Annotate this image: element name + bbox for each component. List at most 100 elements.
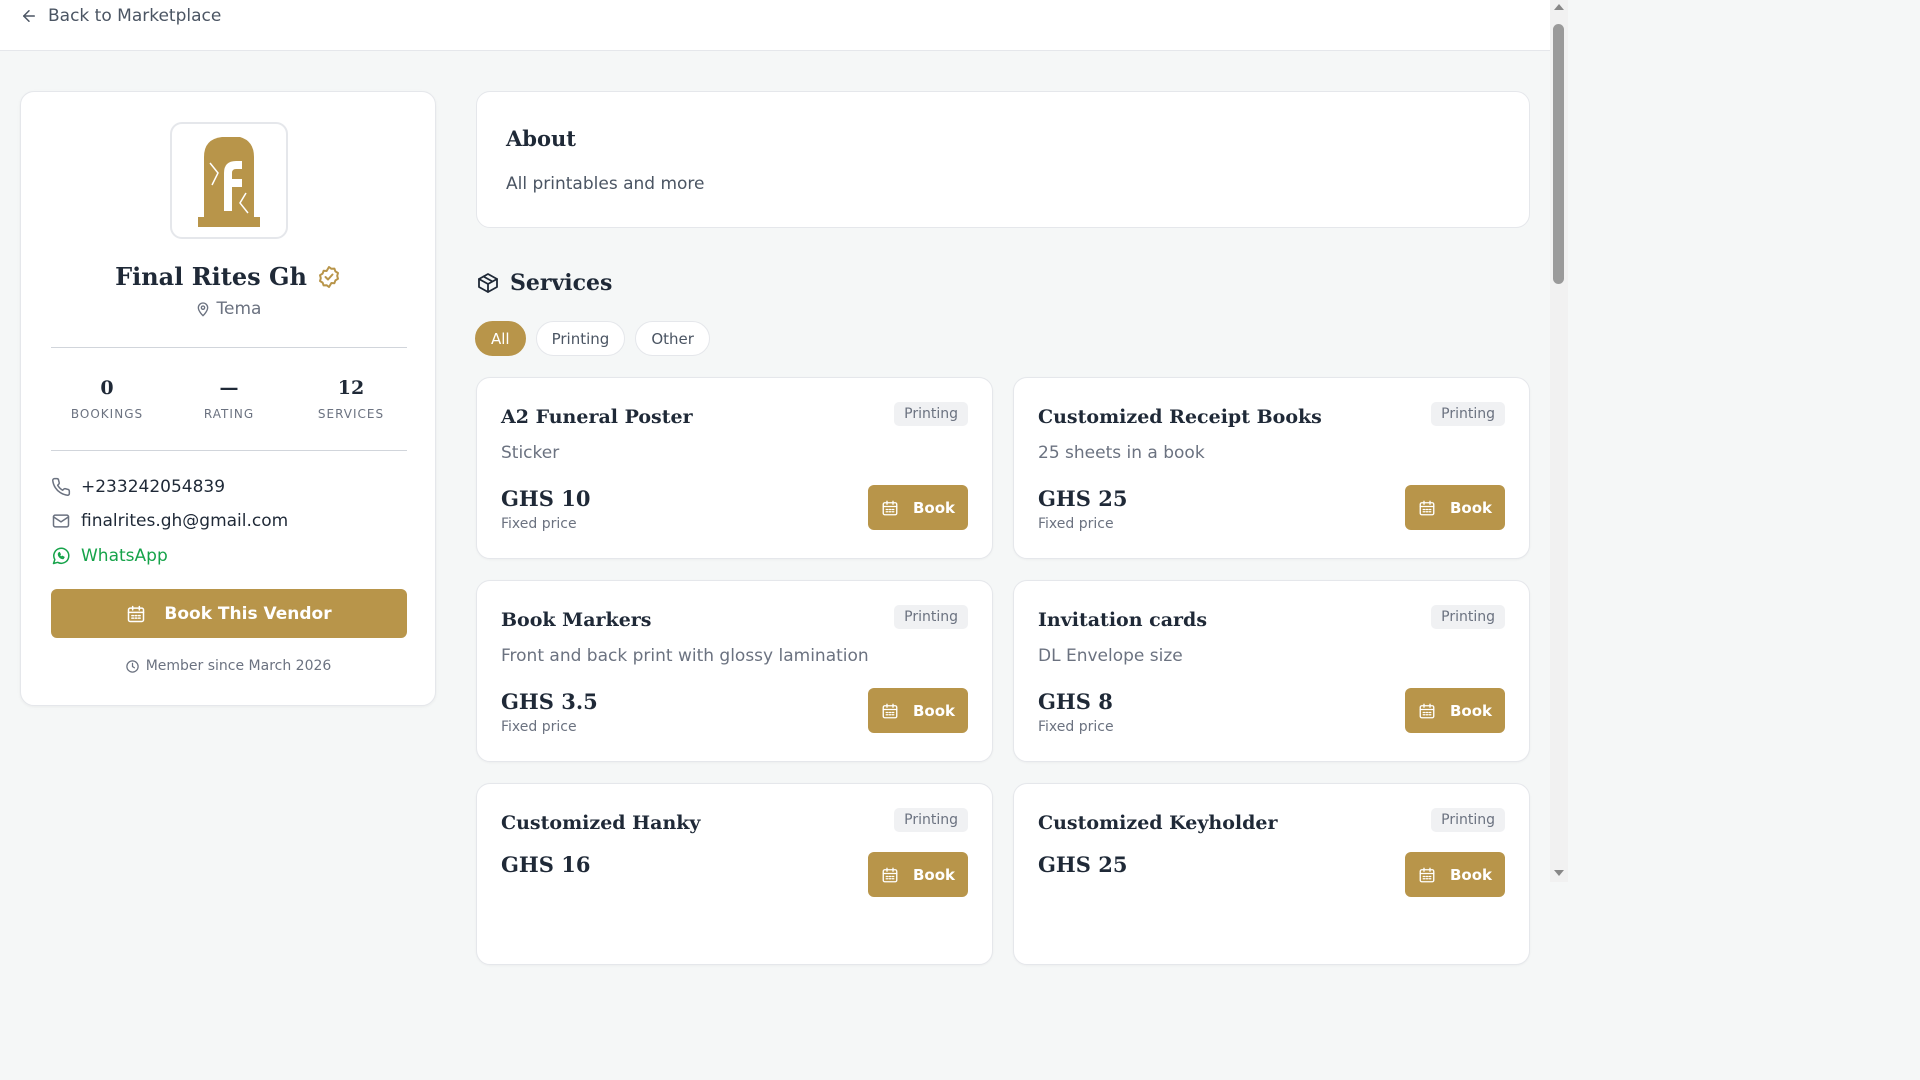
back-to-marketplace-link[interactable]: Back to Marketplace: [20, 6, 221, 26]
service-title: Customized Keyholder: [1038, 812, 1278, 834]
service-price: GHS 8: [1038, 689, 1113, 714]
book-service-button[interactable]: Book: [1405, 852, 1505, 897]
member-since-label: Member since March 2026: [145, 658, 332, 674]
calendar-icon: [1419, 867, 1435, 882]
phone-contact[interactable]: +233242054839: [51, 477, 225, 497]
book-label: Book: [912, 865, 956, 884]
tombstone-logo-icon: [198, 136, 260, 227]
stat-value: 0: [100, 377, 114, 399]
clock-icon: [125, 659, 139, 673]
whatsapp-icon: [52, 547, 70, 565]
book-service-button[interactable]: Book: [868, 688, 968, 733]
whatsapp-label: WhatsApp: [81, 546, 168, 566]
map-pin-icon: [197, 302, 208, 317]
stat-label: SERVICES: [317, 407, 385, 421]
service-description: Front and back print with glossy laminat…: [501, 646, 869, 666]
service-price: GHS 10: [501, 486, 591, 511]
mail-icon: [52, 514, 70, 528]
vendor-logo: [170, 122, 288, 239]
about-card: About All printables and more: [476, 91, 1530, 228]
service-price-type: Fixed price: [501, 516, 577, 532]
services-title: Services: [510, 270, 613, 296]
service-title: A2 Funeral Poster: [501, 406, 693, 428]
service-title: Customized Receipt Books: [1038, 406, 1322, 428]
service-price: GHS 3.5: [501, 689, 598, 714]
vendor-name-row: Final Rites Gh: [21, 262, 435, 291]
filter-chip-printing[interactable]: Printing: [535, 321, 626, 356]
vendor-stats: 0 BOOKINGS — RATING 12 SERVICES: [51, 377, 407, 421]
book-service-button[interactable]: Book: [868, 852, 968, 897]
stat-bookings: 0 BOOKINGS: [51, 377, 163, 421]
divider: [51, 450, 407, 451]
stat-label: BOOKINGS: [70, 407, 144, 421]
service-card: Invitation cards Printing DL Envelope si…: [1013, 580, 1530, 762]
book-label: Book: [912, 498, 956, 517]
about-title: About: [506, 126, 576, 151]
calendar-icon: [882, 867, 898, 882]
service-category-tag: Printing: [1431, 605, 1505, 629]
phone-number: +233242054839: [81, 477, 226, 497]
service-price: GHS 25: [1038, 852, 1128, 877]
service-category-tag: Printing: [894, 402, 968, 426]
arrow-left-icon: [23, 10, 35, 22]
scroll-up-arrow[interactable]: [1554, 4, 1564, 10]
scroll-down-arrow[interactable]: [1554, 870, 1564, 876]
page-scrollbar[interactable]: [1550, 0, 1568, 882]
service-filters: All Printing Other: [475, 321, 710, 356]
divider: [51, 347, 407, 348]
calendar-icon: [1419, 500, 1435, 515]
vendor-location: Tema: [21, 299, 435, 319]
scroll-thumb[interactable]: [1553, 24, 1564, 284]
book-label: Book: [1449, 701, 1493, 720]
phone-icon: [52, 477, 71, 496]
service-title: Invitation cards: [1038, 609, 1208, 631]
book-vendor-button[interactable]: Book This Vendor: [51, 589, 407, 638]
service-price: GHS 25: [1038, 486, 1128, 511]
service-description: 25 sheets in a book: [1038, 443, 1205, 463]
vendor-profile-card: Final Rites Gh Tema 0 BOOKINGS — RATING …: [20, 91, 436, 706]
service-description: DL Envelope size: [1038, 646, 1183, 666]
service-category-tag: Printing: [894, 605, 968, 629]
stat-rating: — RATING: [173, 377, 285, 421]
service-card: Book Markers Printing Front and back pri…: [476, 580, 993, 762]
filter-chip-other[interactable]: Other: [635, 321, 710, 356]
service-title: Book Markers: [501, 609, 652, 631]
service-card: A2 Funeral Poster Printing Sticker GHS 1…: [476, 377, 993, 559]
book-vendor-label: Book This Vendor: [164, 603, 332, 624]
service-category-tag: Printing: [1431, 808, 1505, 832]
verified-badge-icon: [318, 265, 339, 288]
stat-services: 12 SERVICES: [295, 377, 407, 421]
service-card: Customized Receipt Books Printing 25 she…: [1013, 377, 1530, 559]
service-category-tag: Printing: [1431, 402, 1505, 426]
vendor-name: Final Rites Gh: [115, 262, 307, 291]
book-service-button[interactable]: Book: [1405, 688, 1505, 733]
service-price-type: Fixed price: [1038, 719, 1114, 735]
stat-value: —: [219, 377, 239, 399]
service-price: GHS 16: [501, 852, 591, 877]
calendar-icon: [882, 703, 898, 718]
calendar-icon: [1419, 703, 1435, 718]
member-since: Member since March 2026: [21, 658, 435, 674]
service-card: Customized Keyholder Printing GHS 25 Boo…: [1013, 783, 1530, 965]
stat-label: RATING: [203, 407, 255, 421]
email-address: finalrites.gh@gmail.com: [81, 511, 289, 531]
back-link-label: Back to Marketplace: [48, 6, 222, 26]
book-label: Book: [1449, 498, 1493, 517]
whatsapp-link[interactable]: WhatsApp: [51, 546, 168, 566]
calendar-icon: [128, 605, 145, 622]
book-label: Book: [912, 701, 956, 720]
service-price-type: Fixed price: [1038, 516, 1114, 532]
about-text: All printables and more: [506, 174, 705, 194]
stat-value: 12: [337, 377, 365, 399]
service-card: Customized Hanky Printing GHS 16 Book: [476, 783, 993, 965]
book-label: Book: [1449, 865, 1493, 884]
calendar-icon: [882, 500, 898, 515]
service-category-tag: Printing: [894, 808, 968, 832]
service-description: Sticker: [501, 443, 560, 463]
service-price-type: Fixed price: [501, 719, 577, 735]
email-contact[interactable]: finalrites.gh@gmail.com: [51, 511, 288, 531]
package-icon: [478, 273, 498, 293]
book-service-button[interactable]: Book: [1405, 485, 1505, 530]
filter-chip-all[interactable]: All: [475, 321, 526, 356]
book-service-button[interactable]: Book: [868, 485, 968, 530]
